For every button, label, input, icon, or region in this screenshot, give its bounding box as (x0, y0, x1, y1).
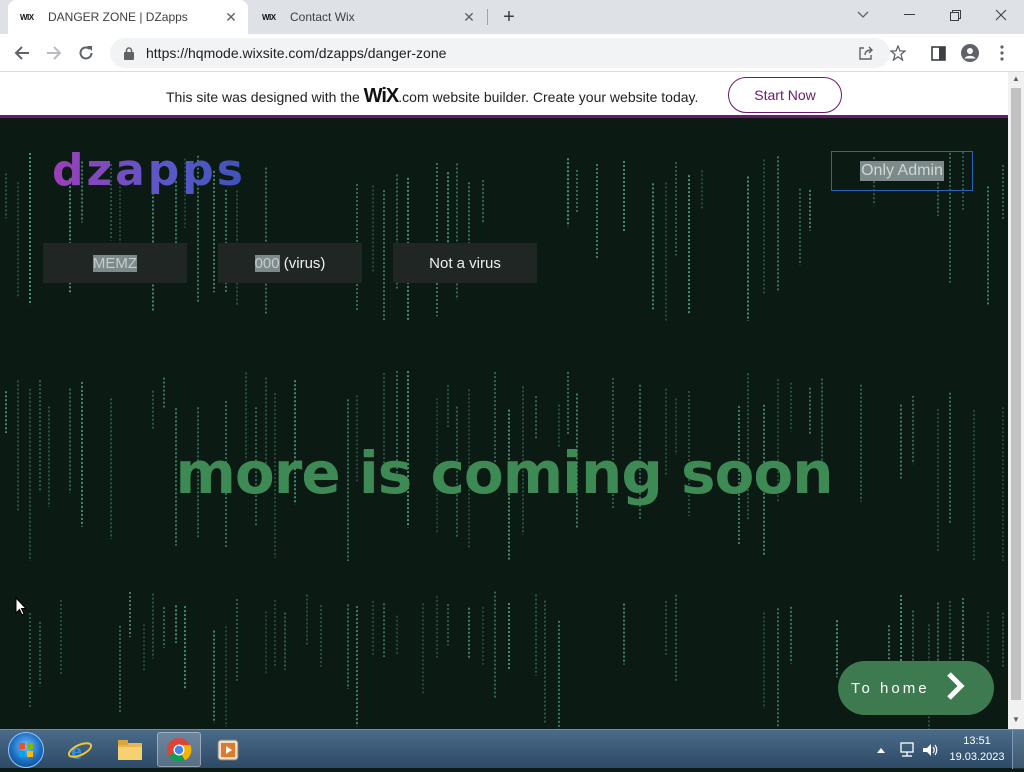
network-icon[interactable] (898, 730, 916, 769)
tab-search-icon[interactable] (840, 0, 886, 30)
scrollbar-thumb[interactable] (1011, 88, 1021, 700)
close-tab-icon[interactable]: ✕ (222, 8, 240, 26)
start-button[interactable] (8, 732, 44, 768)
matrix-rain-background (5, 152, 1004, 729)
not-a-virus-label: Not a virus (429, 254, 501, 272)
only-admin-button[interactable]: Only Admin (831, 151, 973, 191)
coming-soon-headline: more is coming soon (175, 439, 833, 507)
chrome-taskbar-icon[interactable] (157, 732, 201, 767)
to-home-label: To home (851, 679, 930, 697)
system-clock[interactable]: 13:51 19.03.2023 (948, 733, 1006, 765)
clock-date: 19.03.2023 (949, 751, 1005, 763)
close-tab-icon[interactable]: ✕ (460, 8, 478, 26)
page-content: dzapps Only Admin MEMZ 000 (virus) Not a… (0, 121, 1008, 729)
share-icon[interactable] (856, 43, 876, 63)
to-home-button[interactable]: To home (838, 661, 994, 715)
file-explorer-icon[interactable] (108, 732, 152, 767)
only-admin-label: Only Admin (860, 161, 944, 181)
wix-promo-banner: This site was designed with the WiX.com … (0, 72, 1008, 118)
restore-button[interactable] (932, 0, 978, 30)
reload-icon[interactable] (74, 41, 98, 65)
minimize-button[interactable] (886, 0, 932, 30)
bookmark-star-icon[interactable] (888, 43, 908, 63)
tab-title: DANGER ZONE | DZapps (48, 10, 188, 24)
browser-toolbar: https://hqmode.wixsite.com/dzapps/danger… (0, 34, 1024, 72)
show-desktop-button[interactable] (1012, 730, 1024, 769)
svg-text:e: e (71, 739, 82, 763)
tab-strip: WIX DANGER ZONE | DZapps ✕ WIX Contact W… (0, 0, 1024, 34)
profile-avatar-icon[interactable] (960, 43, 980, 63)
start-now-button[interactable]: Start Now (728, 77, 842, 113)
lock-icon[interactable] (122, 46, 136, 60)
wix-logo: WiX (363, 85, 400, 107)
virus-label: (virus) (279, 254, 326, 272)
address-bar[interactable]: https://hqmode.wixsite.com/dzapps/danger… (110, 38, 890, 68)
windows-taskbar: e 13:51 19.03.2023 (0, 729, 1024, 769)
mouse-pointer-icon (15, 596, 28, 621)
memz-button[interactable]: MEMZ (43, 243, 187, 283)
not-a-virus-button[interactable]: Not a virus (393, 243, 537, 283)
page-scrollbar[interactable]: ▲ ▼ (1008, 72, 1024, 729)
wix-banner-text-after: .com website builder. Create your websit… (398, 89, 699, 105)
wix-banner-text-before: This site was designed with the (166, 89, 360, 105)
site-logo[interactable]: dzapps (52, 145, 246, 196)
forward-arrow-icon[interactable] (42, 41, 66, 65)
chevron-right-icon (944, 671, 966, 706)
tab-contact-wix[interactable]: WIX Contact Wix ✕ (250, 0, 486, 34)
tab-danger-zone[interactable]: WIX DANGER ZONE | DZapps ✕ (8, 0, 248, 34)
side-panel-icon[interactable] (928, 43, 948, 63)
wix-favicon-icon: WIX (20, 12, 34, 22)
new-tab-button[interactable]: + (498, 6, 520, 28)
internet-explorer-icon[interactable]: e (58, 732, 102, 767)
media-player-icon[interactable] (206, 732, 250, 767)
volume-icon[interactable] (921, 730, 939, 769)
wix-banner-message: This site was designed with the WiX.com … (166, 85, 698, 108)
scroll-down-icon[interactable]: ▼ (1012, 715, 1020, 724)
virus-label-selected: 000 (254, 254, 280, 272)
windows-logo-icon (19, 743, 33, 757)
close-window-button[interactable] (978, 0, 1024, 30)
menu-kebab-icon[interactable] (992, 43, 1012, 63)
wix-favicon-icon: WIX (262, 12, 276, 22)
tab-title: Contact Wix (290, 10, 355, 24)
scroll-up-icon[interactable]: ▲ (1012, 74, 1020, 83)
virus-button[interactable]: 000 (virus) (218, 243, 362, 283)
back-arrow-icon[interactable] (10, 41, 34, 65)
clock-time: 13:51 (963, 735, 991, 747)
show-hidden-icons-icon[interactable] (876, 730, 886, 769)
tab-divider (487, 9, 488, 25)
memz-label: MEMZ (92, 254, 138, 272)
url-text: https://hqmode.wixsite.com/dzapps/danger… (146, 45, 447, 61)
